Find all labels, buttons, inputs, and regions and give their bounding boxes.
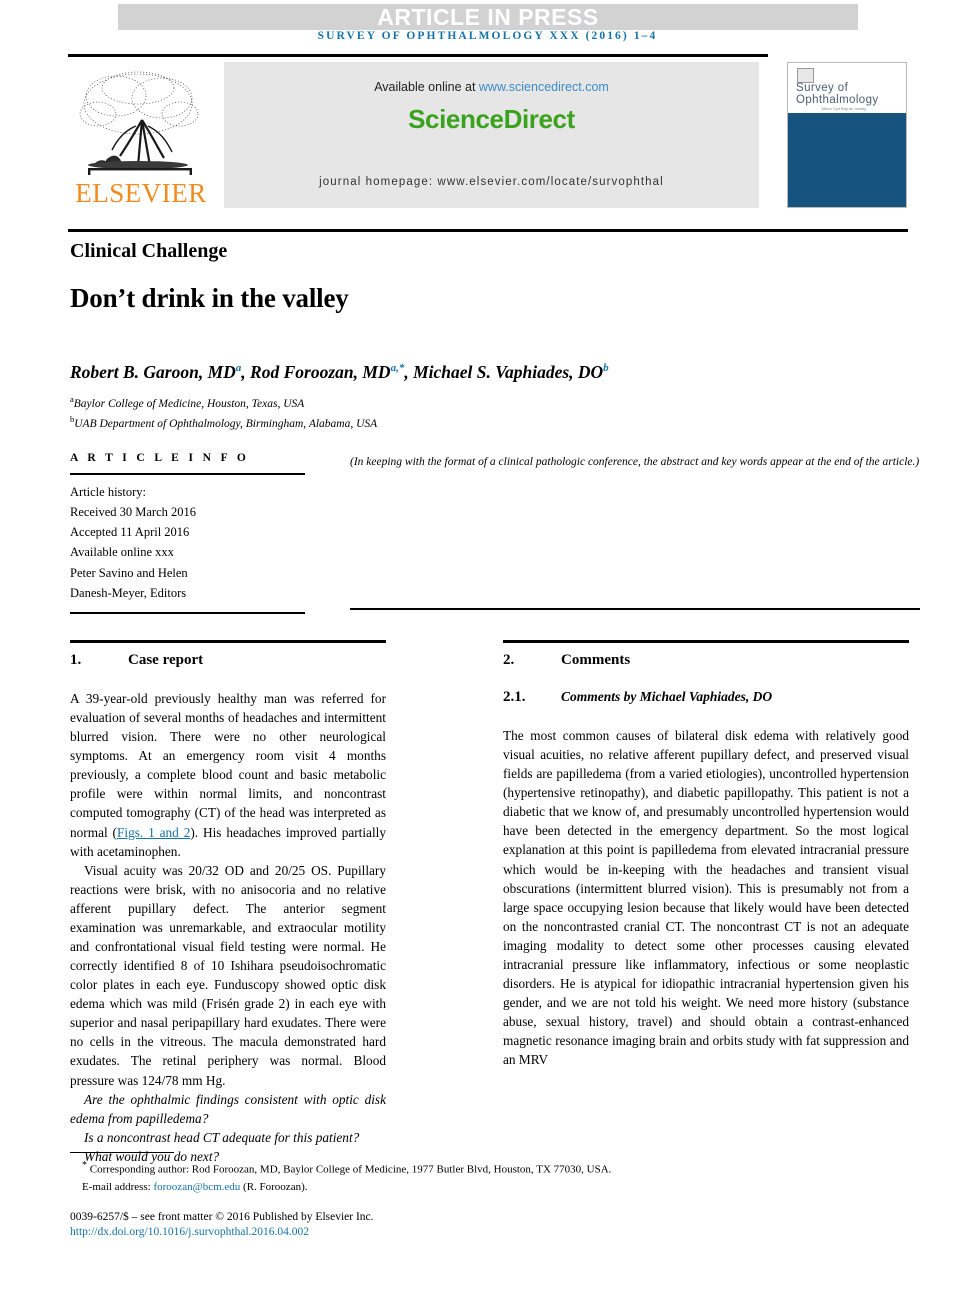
- right-column: 2. Comments 2.1. Comments by Michael Vaphi…: [503, 652, 909, 1069]
- cover-masthead: Survey of Ophthalmology Moun Cyd Bay an …: [788, 63, 906, 113]
- author-mark-1: a: [235, 362, 242, 375]
- affiliation-text-a: Baylor College of Medicine, Houston, Tex…: [73, 397, 305, 410]
- sciencedirect-link[interactable]: www.sciencedirect.com: [479, 80, 609, 94]
- author-list: Robert B. Garoon, MDa, Rod Foroozan, MDa…: [70, 362, 609, 382]
- affiliation-text-b: UAB Department of Ophthalmology, Birming…: [74, 417, 378, 430]
- copyright-line: 0039-6257/$ – see front matter © 2016 Pu…: [70, 1211, 374, 1223]
- heading-case-report-title: Case report: [128, 652, 204, 668]
- abstract-placement-note: (In keeping with the format of a clinica…: [350, 456, 920, 468]
- article-available-online: Available online xxx: [70, 545, 174, 560]
- article-info-rule-bottom: [70, 612, 305, 614]
- sciencedirect-logo: ScienceDirect: [408, 104, 575, 134]
- affiliation-b: bUAB Department of Ophthalmology, Birmin…: [70, 413, 920, 433]
- header-bottom-rule: [68, 229, 908, 232]
- cover-title-line2: Ophthalmology: [796, 94, 879, 106]
- case-report-paragraph-2: Visual acuity was 20/32 OD and 20/25 OS.…: [70, 862, 386, 1088]
- heading-comments-sub-title: Comments by Michael Vaphiades, DO: [561, 689, 773, 704]
- case-report-question-2: Is a noncontrast head CT adequate for th…: [84, 1129, 360, 1145]
- heading-case-report-number: 1.: [70, 652, 82, 668]
- cover-color-block: [788, 113, 906, 207]
- article-history-label: Article history:: [70, 484, 147, 499]
- editors-line-1: Peter Savino and Helen: [70, 565, 188, 580]
- affiliation-a: aBaylor College of Medicine, Houston, Te…: [70, 393, 920, 413]
- sciencedirect-banner: Available online at www.sciencedirect.co…: [224, 62, 759, 208]
- article-received: Received 30 March 2016: [70, 504, 197, 519]
- header-top-rule: [68, 54, 768, 57]
- right-column-rule: [503, 640, 909, 643]
- affiliation-list: aBaylor College of Medicine, Houston, Te…: [70, 393, 920, 432]
- doi-link[interactable]: http://dx.doi.org/10.1016/j.survophthal.…: [70, 1226, 910, 1238]
- asterisk-icon: *: [82, 1160, 87, 1171]
- cover-emblem-icon: [797, 68, 814, 83]
- journal-homepage-line: journal homepage: www.elsevier.com/locat…: [319, 176, 664, 188]
- author-name-3: Michael S. Vaphiades, DO: [413, 362, 604, 382]
- article-info-block: A R T I C L E I N F O Article history: R…: [70, 452, 920, 614]
- article-info-rule-top: [70, 473, 305, 475]
- case-report-question-1: Are the ophthalmic findings consistent w…: [70, 1091, 386, 1126]
- author-name-2: Rod Foroozan, MD: [250, 362, 391, 382]
- corresponding-author-text: Corresponding author: Rod Foroozan, MD, …: [89, 1163, 612, 1176]
- abstract-note-rule: [350, 608, 920, 610]
- available-online-line: Available online at www.sciencedirect.co…: [224, 80, 759, 94]
- cover-subtitle: Moun Cyd Bay an Inmag: [822, 107, 866, 111]
- editors-line-2: Danesh-Meyer, Editors: [70, 585, 187, 600]
- left-column-rule: [70, 640, 386, 643]
- comments-paragraph-1: The most common causes of bilateral disk…: [503, 728, 909, 1068]
- email-label: E-mail address:: [82, 1180, 154, 1193]
- running-head: SURVEY OF OPHTHALMOLOGY XXX (2016) 1–4: [317, 30, 658, 42]
- email-link[interactable]: foroozan@bcm.edu: [153, 1181, 240, 1193]
- email-line: E-mail address: foroozan@bcm.edu (R. For…: [70, 1179, 910, 1196]
- article-in-press-banner: ARTICLE IN PRESS: [118, 4, 858, 30]
- article-history: Article history: Received 30 March 2016 …: [70, 482, 920, 604]
- title-block: Clinical Challenge Don’t drink in the va…: [70, 240, 920, 432]
- article-accepted: Accepted 11 April 2016: [70, 525, 190, 539]
- footnote-rule: [70, 1152, 174, 1154]
- elsevier-logo: ELSEVIER: [68, 60, 214, 212]
- footnote-block: * Corresponding author: Rod Foroozan, MD…: [70, 1158, 910, 1196]
- cover-title-line1: Survey of: [796, 82, 849, 94]
- heading-comments: 2. Comments: [503, 652, 909, 669]
- case-report-paragraph-1: A 39-year-old previously healthy man was…: [70, 689, 386, 861]
- author-name-1: Robert B. Garoon, MD: [70, 362, 236, 382]
- heading-comments-title: Comments: [561, 652, 631, 668]
- email-suffix: (R. Foroozan).: [240, 1180, 308, 1193]
- case-report-p1-part-a: A 39-year-old previously healthy man was…: [70, 691, 386, 840]
- heading-case-report: 1. Case report: [70, 652, 386, 669]
- article-category: Clinical Challenge: [70, 240, 228, 262]
- author-mark-2: a,*: [390, 362, 405, 375]
- corresponding-author-line: * Corresponding author: Rod Foroozan, MD…: [70, 1158, 910, 1179]
- author-mark-3: b: [603, 362, 609, 375]
- heading-comments-sub-number: 2.1.: [503, 689, 526, 705]
- article-in-press-label: ARTICLE IN PRESS: [377, 3, 599, 30]
- heading-comments-vaphiades: 2.1. Comments by Michael Vaphiades, DO: [503, 689, 909, 706]
- available-online-prefix: Available online at: [374, 80, 479, 94]
- elsevier-tree-icon: [79, 71, 199, 175]
- figure-link[interactable]: Figs. 1 and 2: [117, 825, 190, 840]
- journal-cover-thumbnail: Survey of Ophthalmology Moun Cyd Bay an …: [787, 62, 907, 208]
- journal-header: ELSEVIER Available online at www.science…: [68, 60, 908, 212]
- page-title: Don’t drink in the valley: [70, 283, 349, 313]
- left-column: 1. Case report A 39-year-old previously h…: [70, 652, 386, 1166]
- heading-comments-number: 2.: [503, 652, 515, 668]
- elsevier-wordmark: ELSEVIER: [75, 178, 207, 208]
